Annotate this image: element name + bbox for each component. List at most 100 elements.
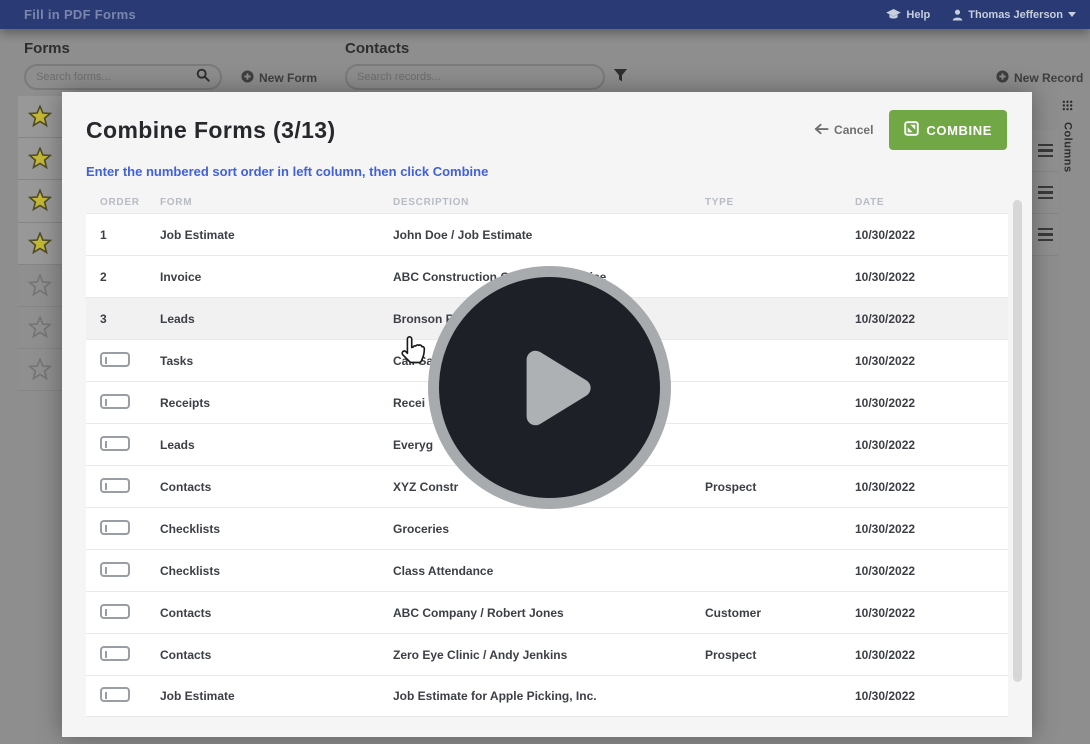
form-name: Job Estimate xyxy=(160,228,393,242)
order-input[interactable] xyxy=(100,352,130,367)
modal-instruction: Enter the numbered sort order in left co… xyxy=(62,150,1032,179)
input-cursor xyxy=(105,357,107,364)
star-icon[interactable] xyxy=(28,189,52,212)
form-description: Zero Eye Clinic / Andy Jenkins xyxy=(393,648,705,662)
table-row[interactable]: Contacts ABC Company / Robert Jones Cust… xyxy=(86,591,1008,633)
star-icon[interactable] xyxy=(28,358,52,381)
star-icon[interactable] xyxy=(28,232,52,255)
order-input[interactable] xyxy=(100,436,130,451)
form-list-row[interactable] xyxy=(18,223,62,265)
column-header-type: TYPE xyxy=(705,197,855,208)
app-page: Fill in PDF Forms Help Thomas Jefferson … xyxy=(0,0,1090,744)
combine-label: COMBINE xyxy=(926,123,992,138)
form-list-row[interactable] xyxy=(18,307,62,349)
forms-search-field[interactable] xyxy=(24,64,222,90)
table-row[interactable]: Contacts Zero Eye Clinic / Andy Jenkins … xyxy=(86,633,1008,675)
form-list-row[interactable] xyxy=(18,265,62,307)
filter-funnel-icon[interactable] xyxy=(613,68,628,88)
table-header-row: ORDER FORM DESCRIPTION TYPE DATE xyxy=(86,191,1008,213)
form-name: Checklists xyxy=(160,564,393,578)
contact-row-actions[interactable] xyxy=(1032,130,1058,172)
form-description: John Doe / Job Estimate xyxy=(393,228,705,242)
table-row[interactable]: Checklists Groceries 10/30/2022 xyxy=(86,507,1008,549)
contact-row-actions[interactable] xyxy=(1032,214,1058,256)
cancel-button[interactable]: Cancel xyxy=(814,123,873,138)
star-icon[interactable] xyxy=(28,147,52,170)
input-cursor xyxy=(105,692,107,699)
star-icon[interactable] xyxy=(28,105,52,128)
table-row[interactable]: 1 Job Estimate John Doe / Job Estimate 1… xyxy=(86,213,1008,255)
table-row[interactable]: Checklists Class Attendance 10/30/2022 xyxy=(86,549,1008,591)
grid-dots-icon xyxy=(1062,98,1073,116)
record-date: 10/30/2022 xyxy=(855,606,1008,620)
search-icon xyxy=(196,68,210,87)
records-search-input[interactable] xyxy=(357,71,593,83)
input-cursor xyxy=(105,651,107,658)
record-type: Prospect xyxy=(705,648,855,662)
form-name: Checklists xyxy=(160,522,393,536)
app-title: Fill in PDF Forms xyxy=(0,7,136,22)
combine-button[interactable]: COMBINE xyxy=(889,110,1007,150)
column-header-date: DATE xyxy=(855,197,1008,208)
record-date: 10/30/2022 xyxy=(855,312,1008,326)
video-play-button[interactable] xyxy=(428,266,671,509)
form-description: Groceries xyxy=(393,522,705,536)
record-date: 10/30/2022 xyxy=(855,228,1008,242)
combine-icon xyxy=(904,121,919,139)
form-list-row[interactable] xyxy=(18,180,62,222)
record-date: 10/30/2022 xyxy=(855,438,1008,452)
form-description: Job Estimate for Apple Picking, Inc. xyxy=(393,689,705,703)
columns-tab[interactable]: Columns xyxy=(1057,98,1078,268)
order-value: 3 xyxy=(100,312,107,326)
contacts-panel-heading: Contacts xyxy=(345,40,409,57)
user-menu[interactable]: Thomas Jefferson xyxy=(952,9,1076,21)
record-date: 10/30/2022 xyxy=(855,648,1008,662)
modal-scrollbar[interactable] xyxy=(1013,200,1022,682)
forms-panel-heading: Forms xyxy=(24,40,70,57)
caret-down-icon xyxy=(1068,12,1076,17)
input-cursor xyxy=(105,609,107,616)
order-input[interactable] xyxy=(100,646,130,661)
plus-circle-icon xyxy=(996,70,1009,86)
record-date: 10/30/2022 xyxy=(855,480,1008,494)
form-name: Leads xyxy=(160,438,393,452)
form-name: Leads xyxy=(160,312,393,326)
person-icon xyxy=(952,9,963,21)
columns-tab-label: Columns xyxy=(1062,122,1074,173)
input-cursor xyxy=(105,399,107,406)
order-input[interactable] xyxy=(100,520,130,535)
new-record-button[interactable]: New Record xyxy=(996,70,1083,86)
star-icon[interactable] xyxy=(28,274,52,297)
order-input[interactable] xyxy=(100,394,130,409)
column-header-description: DESCRIPTION xyxy=(393,197,705,208)
form-name: Contacts xyxy=(160,606,393,620)
record-date: 10/30/2022 xyxy=(855,270,1008,284)
form-name: Contacts xyxy=(160,648,393,662)
record-type: Prospect xyxy=(705,480,855,494)
help-button[interactable]: Help xyxy=(886,9,930,21)
menu-icon[interactable] xyxy=(1038,186,1053,199)
menu-icon[interactable] xyxy=(1038,228,1053,241)
contact-row-actions[interactable] xyxy=(1032,172,1058,214)
forms-search-input[interactable] xyxy=(36,71,196,83)
order-input[interactable] xyxy=(100,478,130,493)
input-cursor xyxy=(105,525,107,532)
star-icon[interactable] xyxy=(28,316,52,339)
form-list-row[interactable] xyxy=(18,96,62,138)
order-input[interactable] xyxy=(100,604,130,619)
record-date: 10/30/2022 xyxy=(855,689,1008,703)
form-list-row[interactable] xyxy=(18,138,62,180)
new-form-button[interactable]: New Form xyxy=(241,70,317,86)
record-date: 10/30/2022 xyxy=(855,396,1008,410)
modal-title: Combine Forms (3/13) xyxy=(86,117,814,144)
form-list-row[interactable] xyxy=(18,349,62,391)
order-value: 2 xyxy=(100,270,107,284)
records-search-field[interactable] xyxy=(345,64,605,90)
order-input[interactable] xyxy=(100,562,130,577)
menu-icon[interactable] xyxy=(1038,144,1053,157)
form-name: Receipts xyxy=(160,396,393,410)
table-row[interactable]: Job Estimate Job Estimate for Apple Pick… xyxy=(86,675,1008,717)
user-name: Thomas Jefferson xyxy=(968,9,1063,21)
order-input[interactable] xyxy=(100,687,130,702)
plus-circle-icon xyxy=(241,70,254,86)
